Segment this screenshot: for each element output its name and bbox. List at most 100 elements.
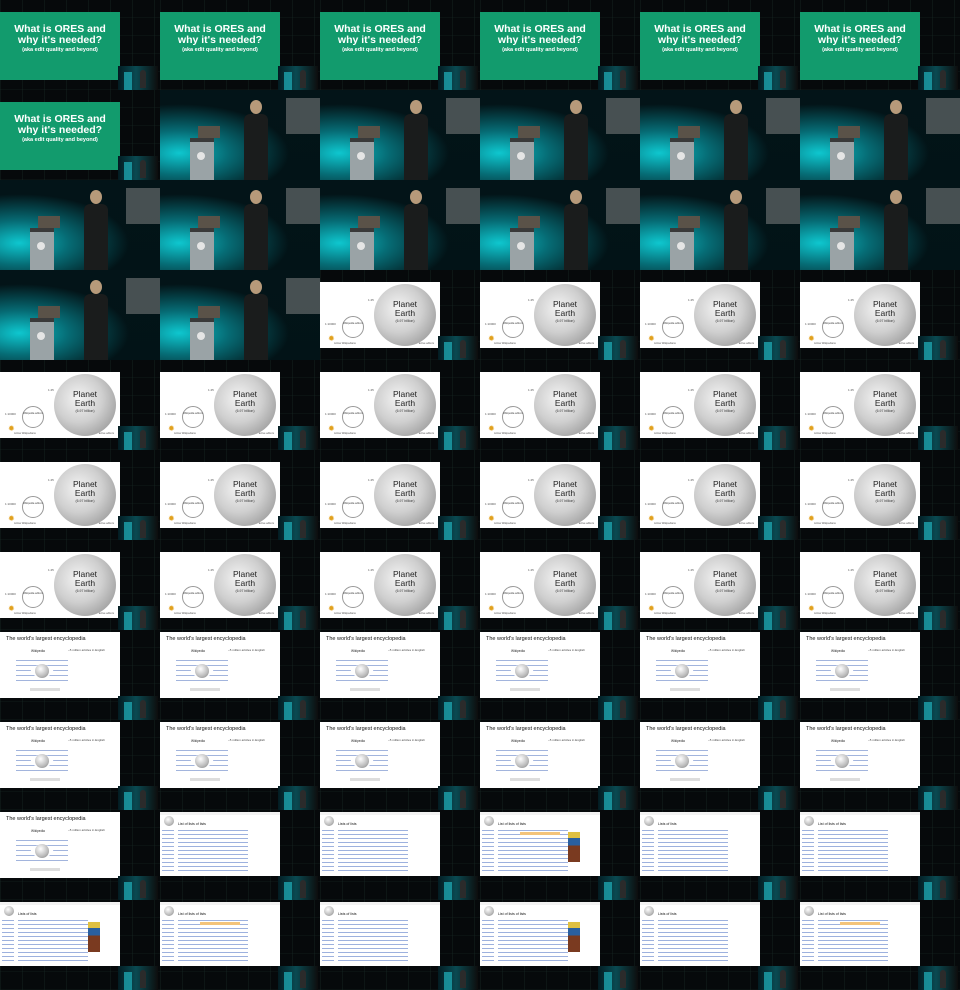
thumbnail-cell[interactable]: Lists of lists	[640, 810, 800, 900]
thumbnail-cell[interactable]: Planet Earth (6.97 billion) Wikipedia edito…	[480, 360, 640, 450]
thumbnail-cell[interactable]: The world's largest encyclopedia ~5 milli…	[480, 630, 640, 720]
slide-title-line: why it's needed?	[497, 34, 583, 46]
browser-topbar	[480, 812, 600, 815]
thumbnail-cell[interactable]: What is ORES and why it's needed? (aka edi…	[800, 0, 960, 90]
thumbnail-cell[interactable]: List of lists of lists	[800, 810, 960, 900]
editors-circle: Wikipedia editors	[502, 496, 524, 518]
encyclopedia-caption: ~5 million articles in English	[388, 738, 425, 742]
thumbnail-cell[interactable]: Planet Earth (6.97 billion) Wikipedia edito…	[0, 540, 160, 630]
thumbnail-cell[interactable]	[480, 90, 640, 180]
thumbnail-cell[interactable]: Planet Earth (6.97 billion) Wikipedia edito…	[800, 360, 960, 450]
thumbnail-cell[interactable]: Planet Earth (6.97 billion) Wikipedia edito…	[800, 540, 960, 630]
thumbnail-cell[interactable]: Planet Earth (6.97 billion) Wikipedia edito…	[800, 270, 960, 360]
thumbnail-cell[interactable]: List of lists of lists	[160, 810, 320, 900]
encyclopedia-slide: The world's largest encyclopedia ~5 milli…	[0, 632, 120, 698]
earth-title-line: Earth	[74, 398, 96, 408]
thumbnail-cell[interactable]: The world's largest encyclopedia ~5 milli…	[640, 630, 800, 720]
thumbnail-cell[interactable]: What is ORES and why it's needed? (aka edi…	[160, 0, 320, 90]
thumbnail-cell[interactable]: The world's largest encyclopedia ~5 milli…	[800, 630, 960, 720]
scale-label: 1:10000	[485, 412, 496, 416]
slide-title-line: why it's needed?	[657, 34, 743, 46]
thumbnail-cell[interactable]: The world's largest encyclopedia ~5 milli…	[160, 630, 320, 720]
thumbnail-cell[interactable]	[640, 90, 800, 180]
thumbnail-cell[interactable]: Planet Earth (6.97 billion) Wikipedia edito…	[320, 450, 480, 540]
thumbnail-cell[interactable]: Planet Earth (6.97 billion) Wikipedia edito…	[640, 270, 800, 360]
speaker-inset	[758, 606, 798, 630]
search-bar	[510, 778, 540, 781]
speaker-body	[404, 114, 428, 180]
thumbnail-cell[interactable]: The world's largest encyclopedia ~5 milli…	[160, 720, 320, 810]
thumbnail-cell[interactable]: Planet Earth (6.97 billion) Wikipedia edito…	[160, 360, 320, 450]
thumbnail-cell[interactable]	[320, 180, 480, 270]
thumbnail-cell[interactable]: Planet Earth (6.97 billion) Wikipedia edito…	[320, 360, 480, 450]
thumbnail-cell[interactable]: The world's largest encyclopedia ~5 milli…	[0, 630, 160, 720]
slide-subtitle: (aka edit quality and beyond)	[502, 47, 578, 53]
stage-photo	[800, 180, 960, 270]
earth-title: Planet Earth	[694, 480, 756, 498]
thumbnail-cell[interactable]: Planet Earth (6.97 billion) Wikipedia edito…	[640, 450, 800, 540]
laptop	[38, 216, 60, 228]
thumbnail-cell[interactable]: Lists of lists	[320, 810, 480, 900]
thumbnail-cell[interactable]: What is ORES and why it's needed? (aka edi…	[480, 0, 640, 90]
search-bar	[510, 688, 540, 691]
thumbnail-cell[interactable]: Planet Earth (6.97 billion) Wikipedia edito…	[640, 360, 800, 450]
thumbnail-cell[interactable]: Planet Earth (6.97 billion) Wikipedia edito…	[800, 450, 960, 540]
speaker	[242, 100, 270, 180]
thumbnail-cell[interactable]	[160, 270, 320, 360]
thumbnail-cell[interactable]: Planet Earth (6.97 billion) Wikipedia edito…	[480, 270, 640, 360]
thumbnail-cell[interactable]: The world's largest encyclopedia ~5 milli…	[800, 720, 960, 810]
thumbnail-cell[interactable]: What is ORES and why it's needed? (aka edi…	[0, 90, 160, 180]
footnote: Active Wikipedians	[494, 342, 516, 345]
thumbnail-cell[interactable]	[800, 180, 960, 270]
thumbnail-cell[interactable]: The world's largest encyclopedia ~5 milli…	[480, 720, 640, 810]
encyclopedia-slide: The world's largest encyclopedia ~5 milli…	[320, 722, 440, 788]
thumbnail-cell[interactable]	[160, 180, 320, 270]
title-slide: What is ORES and why it's needed? (aka edi…	[0, 12, 120, 80]
thumbnail-cell[interactable]: Planet Earth (6.97 billion) Wikipedia edito…	[0, 360, 160, 450]
speaker-body	[724, 114, 748, 180]
thumbnail-cell[interactable]: The world's largest encyclopedia ~5 milli…	[320, 630, 480, 720]
thumbnail-cell[interactable]: Lists of lists	[0, 900, 160, 990]
thumbnail-cell[interactable]: What is ORES and why it's needed? (aka edi…	[640, 0, 800, 90]
thumbnail-cell[interactable]: Planet Earth (6.97 billion) Wikipedia edito…	[0, 450, 160, 540]
encyclopedia-title: The world's largest encyclopedia	[646, 726, 726, 732]
projector-screen	[286, 278, 320, 314]
projector-screen	[286, 188, 320, 224]
thumbnail-cell[interactable]: List of lists of lists	[160, 900, 320, 990]
editors-circle: Wikipedia editors	[22, 586, 44, 608]
thumbnail-cell[interactable]: List of lists of lists	[480, 900, 640, 990]
thumbnail-cell[interactable]	[640, 180, 800, 270]
thumbnail-cell[interactable]: Planet Earth (6.97 billion) Wikipedia edito…	[160, 450, 320, 540]
thumbnail-cell[interactable]: Lists of lists	[640, 900, 800, 990]
thumbnail-cell[interactable]: The world's largest encyclopedia ~5 milli…	[640, 720, 800, 810]
thumbnail-cell[interactable]: Planet Earth (6.97 billion) Wikipedia edito…	[480, 450, 640, 540]
thumbnail-cell[interactable]: Planet Earth (6.97 billion) Wikipedia edito…	[320, 540, 480, 630]
scale-label: 1:10000	[485, 592, 496, 596]
encyclopedia-caption: ~5 million articles in English	[228, 648, 265, 652]
thumbnail-cell[interactable]	[0, 180, 160, 270]
thumbnail-cell[interactable]: The world's largest encyclopedia ~5 milli…	[0, 720, 160, 810]
scale-label: 1:10000	[805, 502, 816, 506]
thumbnail-cell[interactable]	[480, 180, 640, 270]
thumbnail-cell[interactable]: Planet Earth (6.97 billion) Wikipedia edito…	[480, 540, 640, 630]
thumbnail-cell[interactable]	[800, 90, 960, 180]
thumbnail-cell[interactable]	[320, 90, 480, 180]
thumbnail-cell[interactable]: What is ORES and why it's needed? (aka edi…	[0, 0, 160, 90]
thumbnail-cell[interactable]: Planet Earth (6.97 billion) Wikipedia edito…	[160, 540, 320, 630]
editors-circle: Wikipedia editors	[342, 406, 364, 428]
encyclopedia-title: The world's largest encyclopedia	[806, 726, 886, 732]
thumbnail-cell[interactable]: The world's largest encyclopedia ~5 milli…	[0, 810, 160, 900]
earth-title-line: Earth	[234, 578, 256, 588]
thumbnail-cell[interactable]: Lists of lists	[320, 900, 480, 990]
thumbnail-cell[interactable]: Planet Earth (6.97 billion) Wikipedia edito…	[640, 540, 800, 630]
thumbnail-cell[interactable]: List of lists of lists	[480, 810, 640, 900]
thumbnail-cell[interactable]	[0, 270, 160, 360]
thumbnail-cell[interactable]: Planet Earth (6.97 billion) Wikipedia edito…	[320, 270, 480, 360]
scale-label: 1:10000	[645, 322, 656, 326]
thumbnail-cell[interactable]	[160, 90, 320, 180]
earth-subtitle: (6.97 billion)	[875, 499, 895, 503]
earth-title: Planet Earth	[214, 390, 276, 408]
thumbnail-cell[interactable]: What is ORES and why it's needed? (aka edi…	[320, 0, 480, 90]
thumbnail-cell[interactable]: List of lists of lists	[800, 900, 960, 990]
thumbnail-cell[interactable]: The world's largest encyclopedia ~5 milli…	[320, 720, 480, 810]
